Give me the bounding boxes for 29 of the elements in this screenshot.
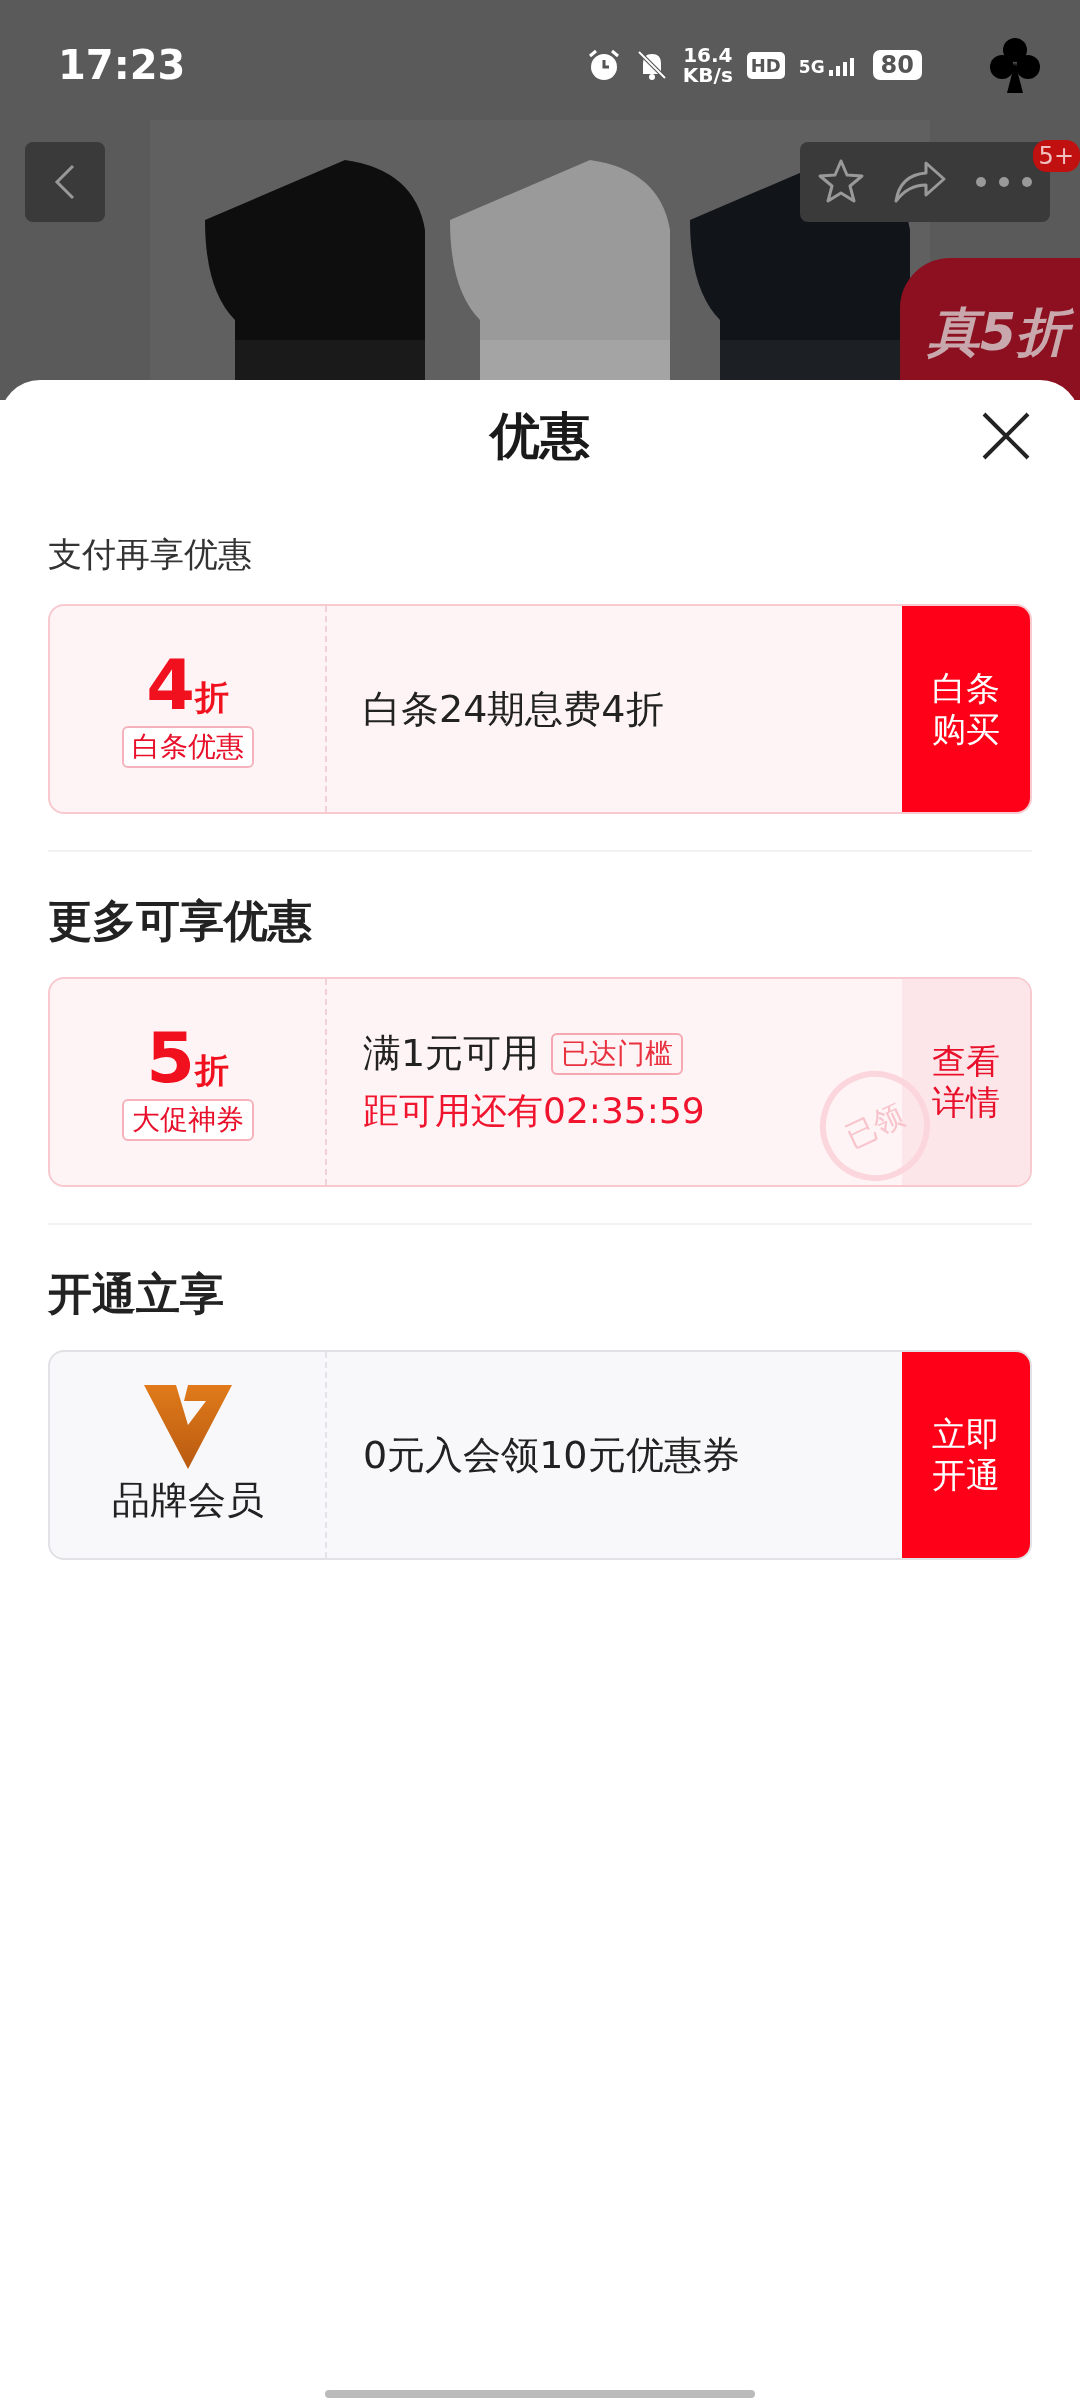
coupon-text: 0元入会领10元优惠券 — [363, 1431, 740, 1479]
close-icon[interactable] — [980, 410, 1032, 462]
action-button[interactable]: 白条购买 — [902, 606, 1030, 812]
section-title: 更多可享优惠 — [48, 894, 313, 948]
network-speed: 16.4 KB/s — [682, 45, 733, 85]
section-title: 支付再享优惠 — [48, 533, 253, 576]
coupon-text: 白条24期息费4折 — [363, 685, 664, 733]
discount-value: 5折 — [146, 1023, 229, 1093]
status-time: 17:23 — [58, 42, 186, 88]
coupon-text: 满1元可用 — [363, 1030, 540, 1077]
threshold-badge: 已达门槛 — [551, 1032, 684, 1075]
sheet-title: 优惠 — [490, 405, 590, 467]
back-button[interactable] — [25, 142, 105, 222]
more-icon[interactable] — [974, 175, 1034, 189]
section-title: 开通立享 — [48, 1267, 225, 1321]
coupon-tag: 大促神券 — [121, 1099, 254, 1141]
action-button[interactable]: 查看详情 — [902, 979, 1030, 1185]
coupon-tag: 白条优惠 — [121, 726, 254, 768]
club-icon — [990, 37, 1040, 93]
battery-level: 80 — [872, 50, 922, 80]
discount-value: 4折 — [146, 650, 229, 720]
back-icon[interactable] — [53, 162, 77, 202]
v-logo-icon — [143, 1384, 232, 1469]
alarm-icon — [586, 48, 621, 82]
notification-badge: 5+ — [1032, 140, 1080, 172]
action-button[interactable]: 立即开通 — [902, 1352, 1030, 1558]
member-label: 品牌会员 — [111, 1476, 264, 1524]
countdown-text: 距可用还有02:35:59 — [363, 1089, 705, 1133]
network-type: 5G — [798, 59, 825, 76]
